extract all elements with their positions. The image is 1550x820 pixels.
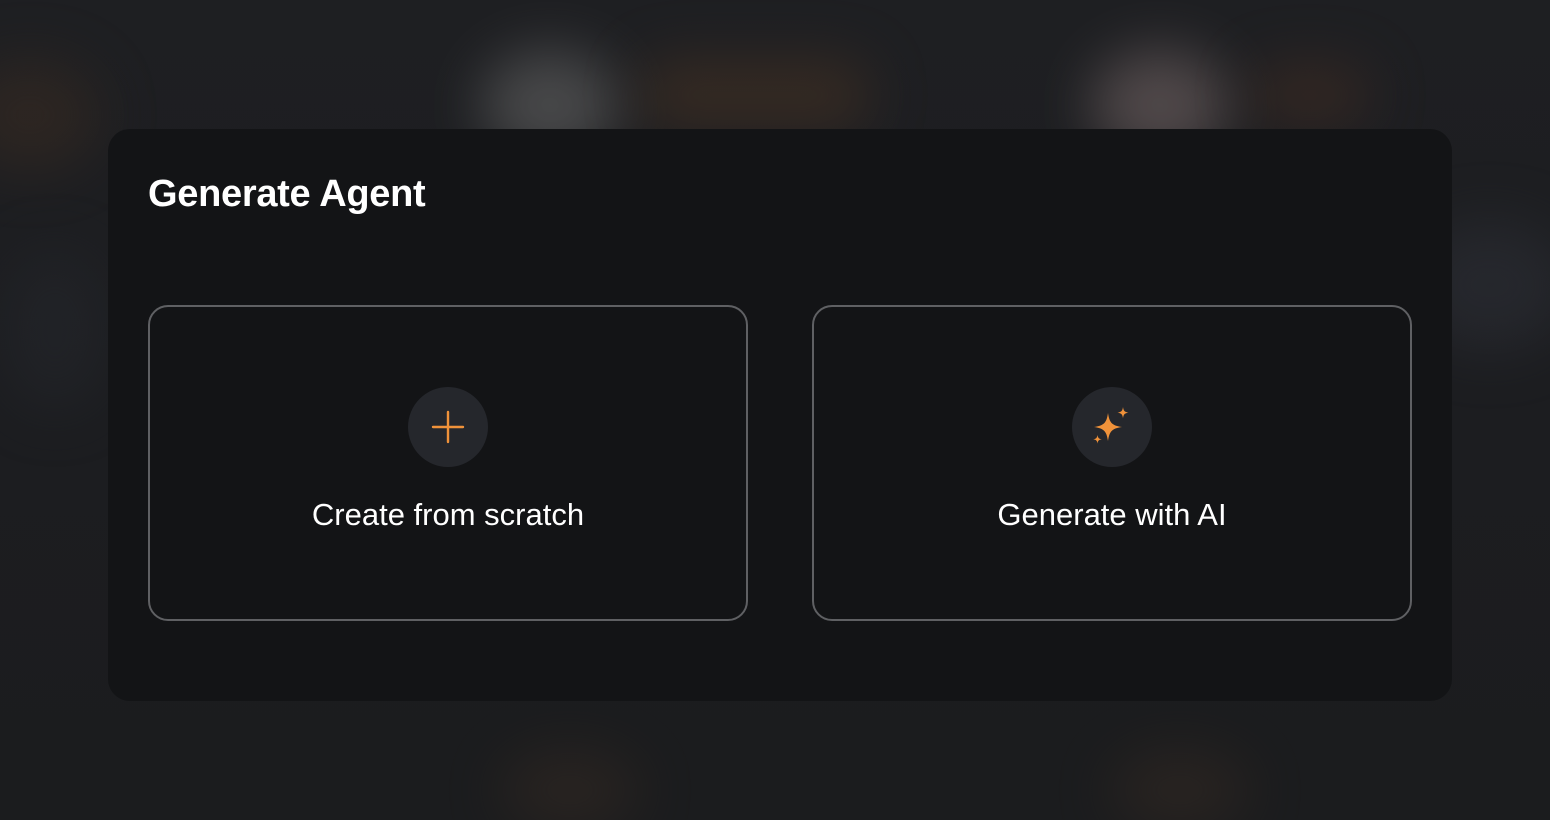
option-label: Create from scratch (311, 497, 585, 532)
background-blur-shape (640, 60, 870, 130)
icon-circle (408, 387, 488, 467)
icon-circle (1072, 387, 1152, 467)
sparkles-icon (1093, 407, 1129, 444)
plus-icon (431, 410, 465, 444)
modal-title: Generate Agent (148, 173, 426, 215)
option-label: Generate with AI (997, 497, 1227, 532)
background-blur-shape (0, 60, 100, 170)
background-blur-shape (1250, 65, 1370, 125)
background-blur-shape (500, 750, 640, 820)
background-blur-shape (0, 250, 110, 410)
generate-with-ai-button[interactable]: Generate with AI (812, 305, 1412, 621)
background-blur-shape (1110, 750, 1250, 820)
create-from-scratch-button[interactable]: Create from scratch (148, 305, 748, 621)
generate-agent-modal: Generate Agent Create from scratch Gener… (108, 129, 1452, 701)
